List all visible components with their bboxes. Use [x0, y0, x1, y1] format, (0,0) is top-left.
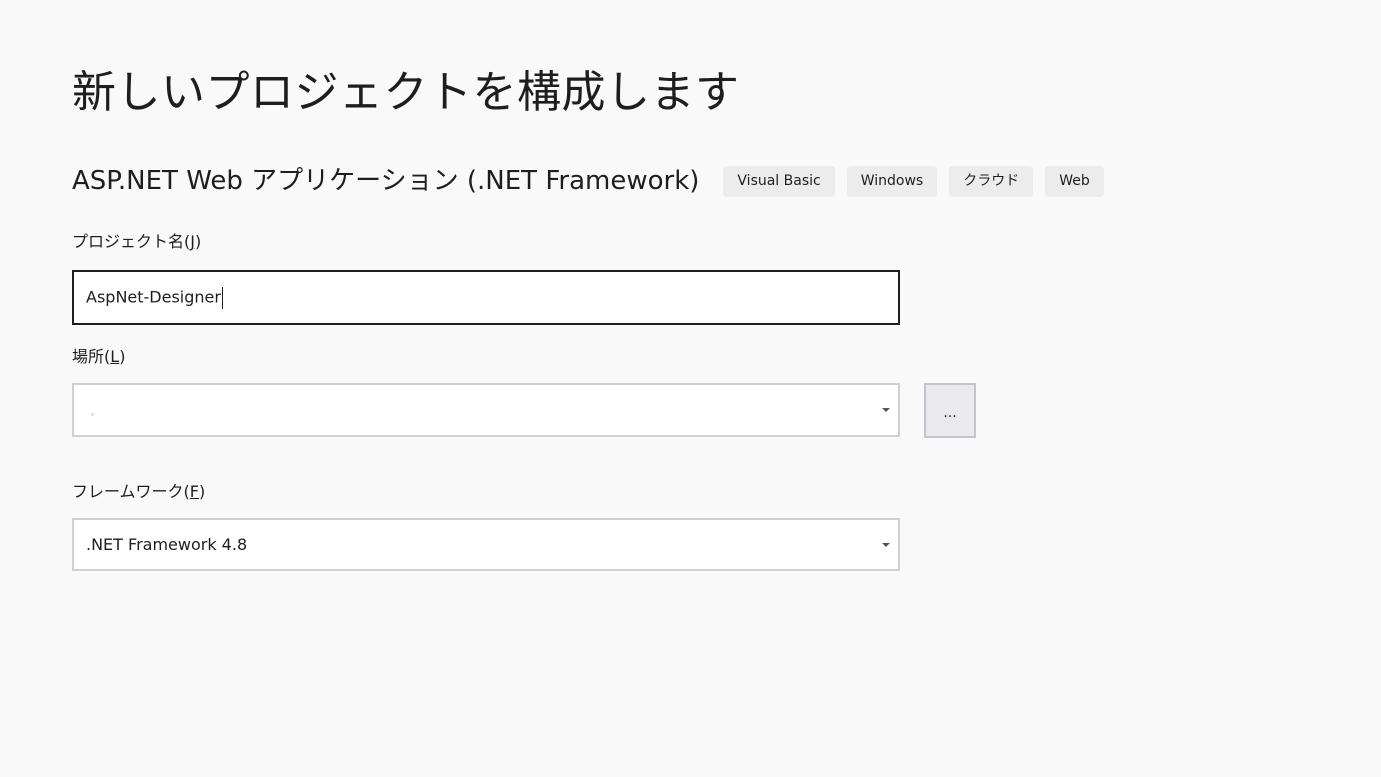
template-name: ASP.NET Web アプリケーション (.NET Framework) — [72, 166, 700, 196]
framework-accel-key: F — [189, 482, 199, 501]
framework-accel-close: ) — [198, 482, 206, 501]
project-name-label-text: プロジェクト名 — [72, 232, 185, 251]
location-accel-close: ) — [119, 347, 126, 366]
location-value — [74, 401, 882, 420]
project-name-value: AspNet-Designer — [74, 286, 223, 309]
framework-value: .NET Framework 4.8 — [86, 535, 248, 554]
location-label: 場所(L) — [72, 347, 125, 367]
project-name-text: AspNet-Designer — [86, 287, 221, 306]
location-accel-key: L — [110, 347, 120, 366]
configure-project-page: 新しいプロジェクトを構成します ASP.NET Web アプリケーション (.N… — [0, 0, 1381, 777]
tag-language: Visual Basic — [723, 165, 835, 197]
tag-cloud: クラウド — [949, 165, 1034, 197]
location-placeholder-mark — [91, 412, 94, 416]
framework-label: フレームワーク(F) — [72, 482, 205, 502]
framework-combobox[interactable]: .NET Framework 4.8 — [72, 518, 900, 571]
page-title: 新しいプロジェクトを構成します — [72, 67, 740, 118]
chevron-down-icon[interactable] — [882, 408, 890, 412]
project-name-label: プロジェクト名(J) — [72, 232, 201, 252]
text-caret — [221, 286, 223, 309]
tag-platform: Windows — [846, 165, 938, 197]
project-name-accel-close: ) — [194, 232, 202, 251]
location-combobox[interactable] — [72, 383, 900, 437]
tag-web: Web — [1045, 165, 1104, 197]
project-name-input[interactable]: AspNet-Designer — [72, 270, 900, 325]
location-label-text: 場所 — [72, 347, 105, 366]
chevron-down-icon[interactable] — [882, 542, 890, 547]
template-header: ASP.NET Web アプリケーション (.NET Framework) Vi… — [72, 164, 1116, 198]
browse-button-label: ... — [943, 404, 957, 421]
framework-label-text: フレームワーク — [72, 482, 184, 501]
browse-location-button[interactable]: ... — [924, 383, 976, 438]
